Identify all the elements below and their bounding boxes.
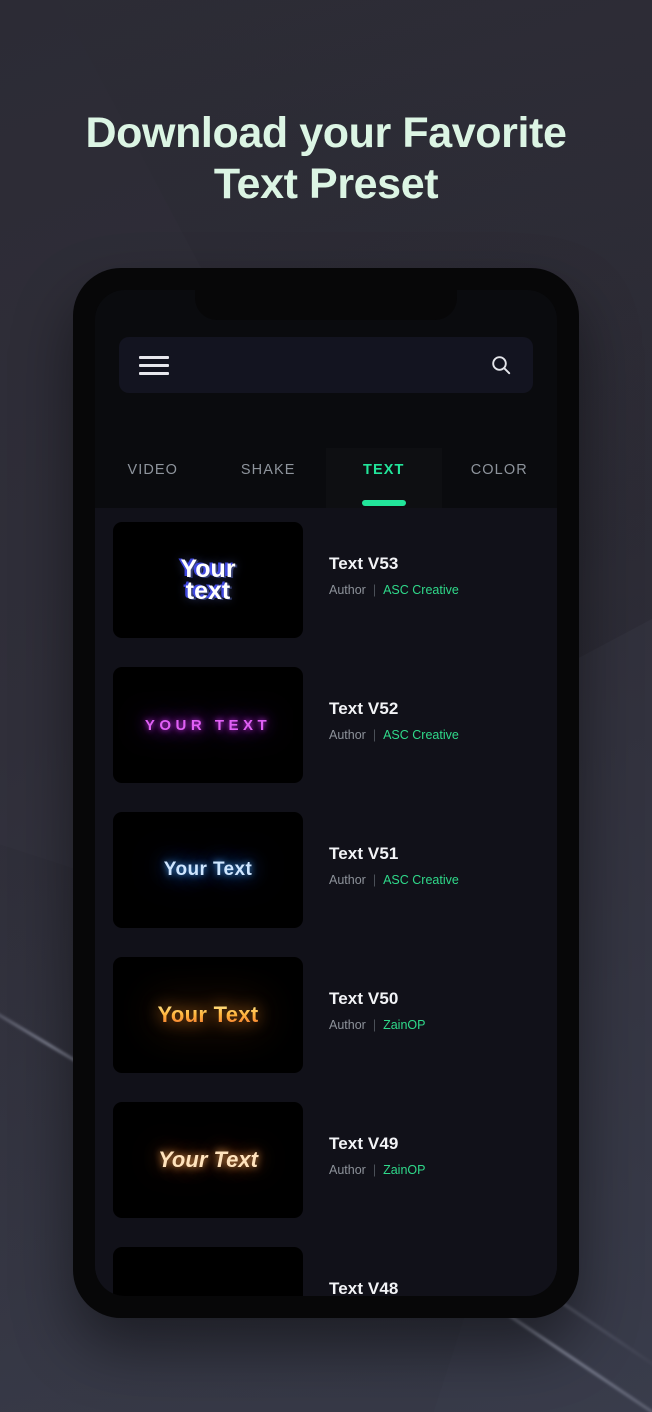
author-name[interactable]: ZainOP xyxy=(383,1018,425,1032)
tab-text-label: TEXT xyxy=(363,462,405,478)
list-item[interactable]: Your Text Text V51 Author | ASC Creative xyxy=(95,812,557,957)
list-item[interactable]: Your Text Text V50 Author | ZainOP xyxy=(95,957,557,1102)
list-item[interactable]: YOUR TEXT Text V52 Author | ASC Creative xyxy=(95,667,557,812)
tab-color-label: COLOR xyxy=(470,462,528,478)
preset-thumbnail[interactable]: Your text xyxy=(113,522,303,638)
preset-thumbnail[interactable]: Your Text xyxy=(113,957,303,1073)
preset-title: Text V48 xyxy=(329,1279,399,1296)
search-icon[interactable] xyxy=(489,353,513,377)
preset-byline: Author | ASC Creative xyxy=(329,728,459,742)
tab-color[interactable]: COLOR xyxy=(442,448,558,508)
preset-meta: Text V50 Author | ZainOP xyxy=(303,957,425,1032)
preset-list[interactable]: Your text Text V53 Author | ASC Creative … xyxy=(95,508,557,1296)
hamburger-menu-icon[interactable] xyxy=(139,355,169,375)
preset-byline: Author | ASC Creative xyxy=(329,873,459,887)
author-label: Author xyxy=(329,1018,366,1032)
author-name[interactable]: ASC Creative xyxy=(383,583,459,597)
preset-meta: Text V49 Author | ZainOP xyxy=(303,1102,425,1177)
preset-title: Text V52 xyxy=(329,699,399,718)
thumbnail-art-text: YOUR TEXT xyxy=(144,716,272,734)
tab-text[interactable]: TEXT xyxy=(326,448,442,508)
thumbnail-art-text: Your Text xyxy=(157,1002,259,1027)
headline-line-2: Text Preset xyxy=(213,159,439,208)
preset-thumbnail[interactable]: YOUR TEXT xyxy=(113,667,303,783)
preset-title: Text V51 xyxy=(329,844,399,863)
preset-title: Text V49 xyxy=(329,1134,399,1153)
author-label: Author xyxy=(329,1163,366,1177)
preset-meta: Text V48 Author | ZainOP xyxy=(303,1247,425,1296)
author-label: Author xyxy=(329,873,366,887)
list-item[interactable]: Text V48 Author | ZainOP xyxy=(95,1247,557,1296)
preset-byline: Author | ZainOP xyxy=(329,1163,425,1177)
page-headline: Download your Favorite Text Preset xyxy=(0,108,652,209)
thumbnail-art-text: Your text xyxy=(180,555,236,605)
byline-separator: | xyxy=(372,728,377,742)
author-name[interactable]: ASC Creative xyxy=(383,728,459,742)
preset-meta: Text V52 Author | ASC Creative xyxy=(303,667,459,742)
byline-separator: | xyxy=(372,873,377,887)
phone-screen: VIDEO SHAKE TEXT COLOR Your text Text V5… xyxy=(95,290,557,1296)
app-bar xyxy=(119,337,533,393)
tab-video[interactable]: VIDEO xyxy=(95,448,211,508)
author-name[interactable]: ZainOP xyxy=(383,1163,425,1177)
author-label: Author xyxy=(329,583,366,597)
phone-notch xyxy=(195,290,457,320)
preset-byline: Author | ASC Creative xyxy=(329,583,459,597)
tab-video-label: VIDEO xyxy=(127,462,179,478)
byline-separator: | xyxy=(372,1163,377,1177)
tab-shake[interactable]: SHAKE xyxy=(211,448,327,508)
preset-title: Text V50 xyxy=(329,989,399,1008)
list-item[interactable]: Your text Text V53 Author | ASC Creative xyxy=(95,522,557,667)
thumbnail-art-text: Your Text xyxy=(158,1147,258,1172)
headline-line-1: Download your Favorite xyxy=(85,109,567,157)
category-tab-bar[interactable]: VIDEO SHAKE TEXT COLOR xyxy=(95,448,557,508)
tab-shake-label: SHAKE xyxy=(240,462,296,478)
thumbnail-art-text: Your Text xyxy=(163,859,253,880)
tab-indicator-active xyxy=(361,500,406,506)
preset-thumbnail[interactable]: Your Text xyxy=(113,1102,303,1218)
preset-meta: Text V51 Author | ASC Creative xyxy=(303,812,459,887)
preset-thumbnail[interactable] xyxy=(113,1247,303,1296)
preset-title: Text V53 xyxy=(329,554,399,573)
phone-mockup: VIDEO SHAKE TEXT COLOR Your text Text V5… xyxy=(73,268,579,1318)
list-item[interactable]: Your Text Text V49 Author | ZainOP xyxy=(95,1102,557,1247)
author-label: Author xyxy=(329,728,366,742)
byline-separator: | xyxy=(372,583,377,597)
preset-byline: Author | ZainOP xyxy=(329,1018,425,1032)
author-name[interactable]: ASC Creative xyxy=(383,873,459,887)
preset-thumbnail[interactable]: Your Text xyxy=(113,812,303,928)
byline-separator: | xyxy=(372,1018,377,1032)
preset-meta: Text V53 Author | ASC Creative xyxy=(303,522,459,597)
